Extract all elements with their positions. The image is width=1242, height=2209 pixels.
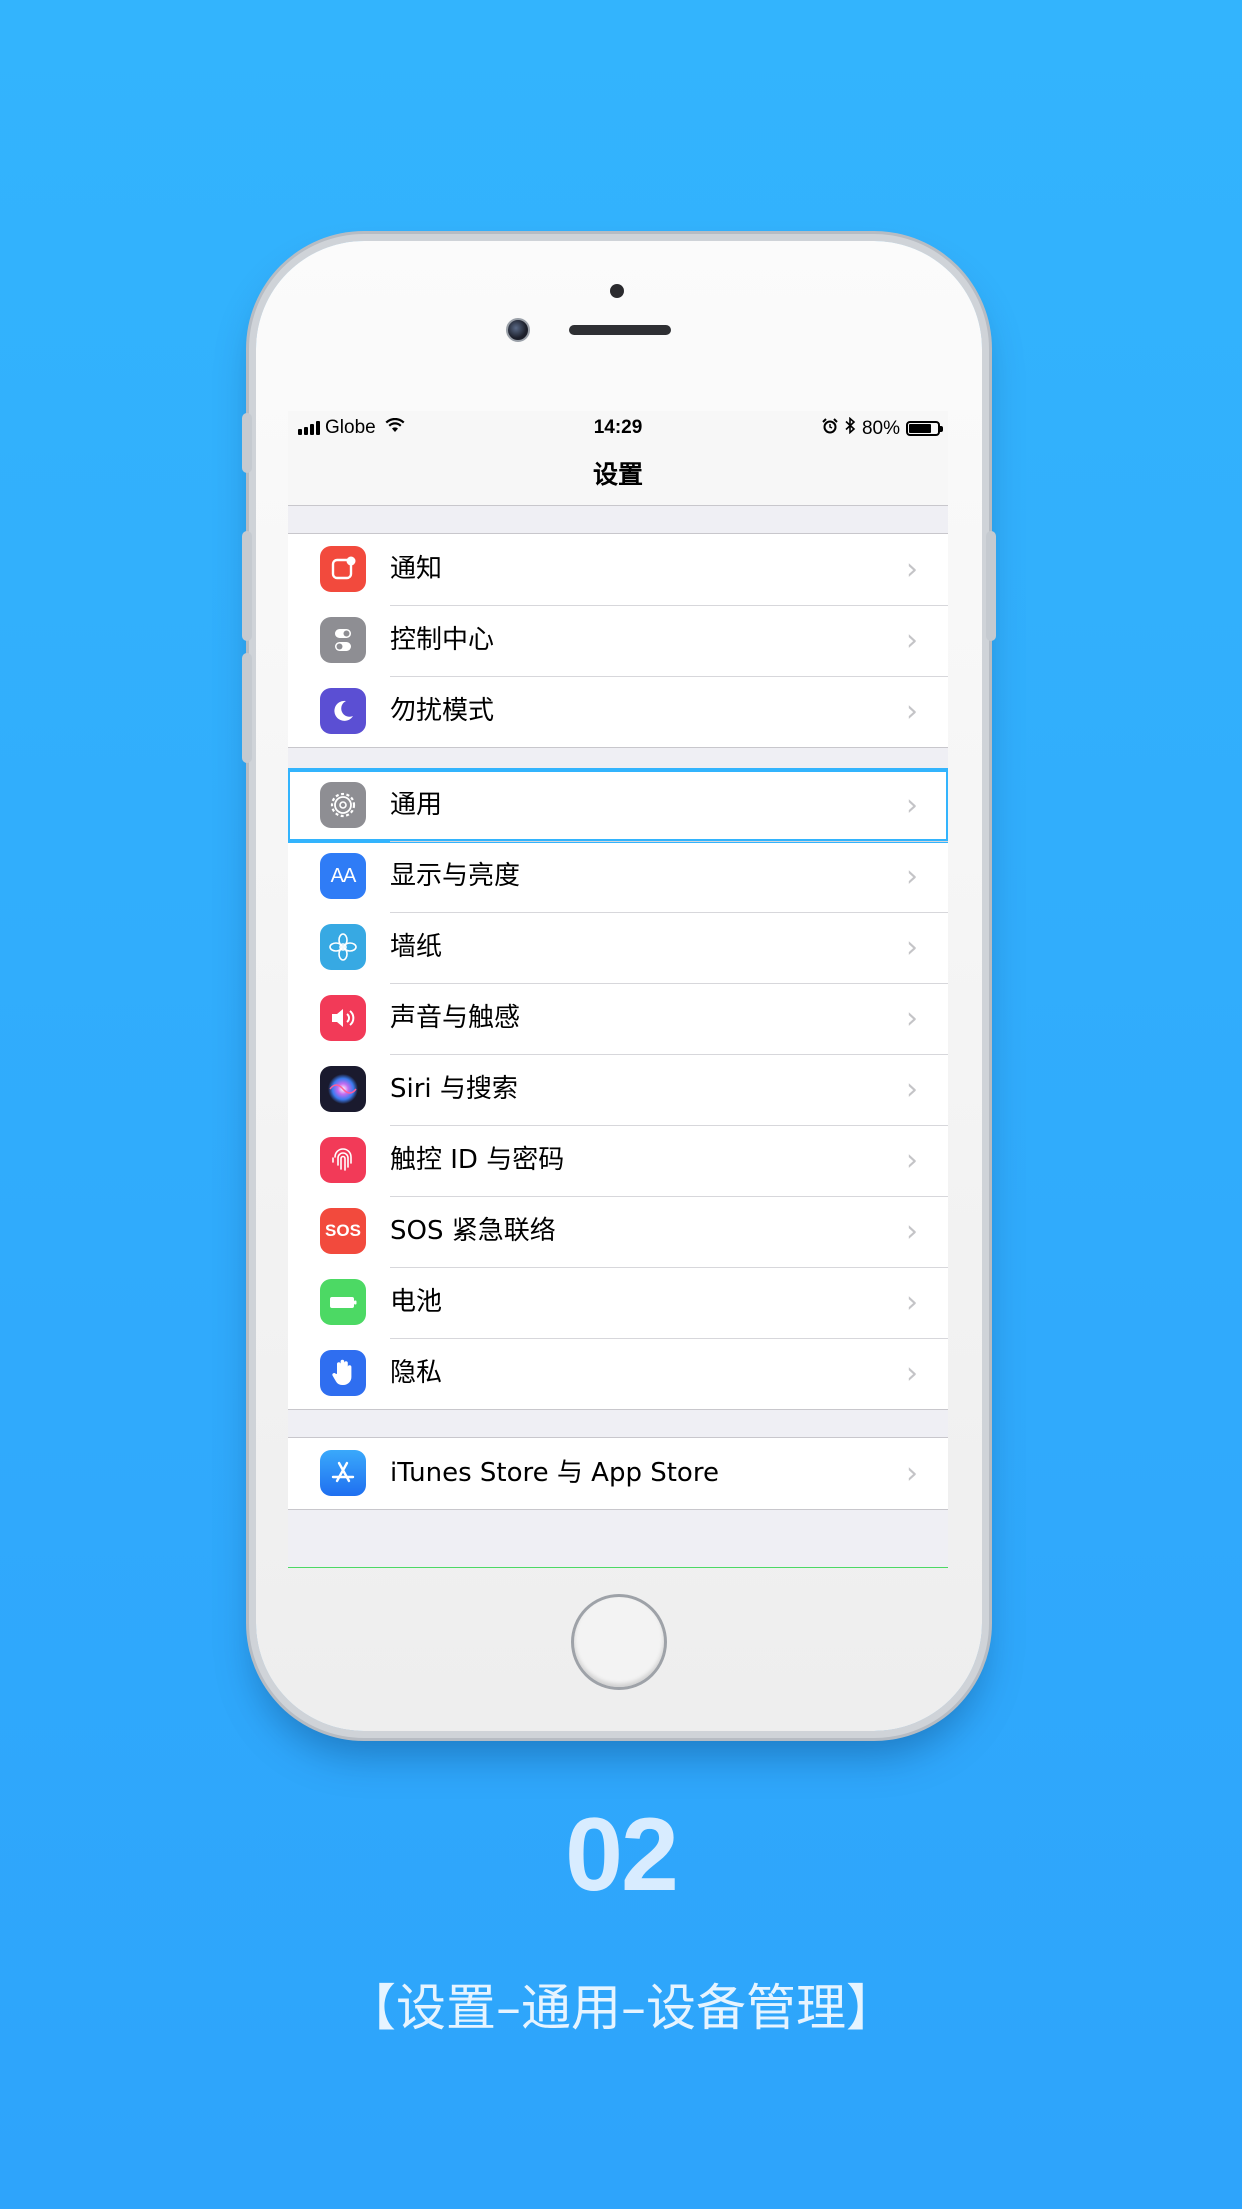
settings-row-label: 隐私 [390, 1358, 443, 1388]
settings-row-privacy[interactable]: 隐私 › [288, 1338, 948, 1409]
status-bar: Globe 14:29 80% [288, 411, 948, 445]
chevron-right-icon: › [906, 1456, 918, 1491]
settings-row-touch-id-passcode[interactable]: 触控 ID 与密码 › [288, 1125, 948, 1196]
chevron-right-icon: › [906, 1072, 918, 1107]
wallpaper-flower-icon [320, 924, 366, 970]
step-number: 02 [565, 1797, 679, 1913]
settings-group-3: iTunes Store 与 App Store › [288, 1437, 948, 1510]
fingerprint-icon [320, 1137, 366, 1183]
settings-group-2: 通用 › AA 显示与亮度 › 墙纸 › 声音与触感 › Siri 与搜索 › … [288, 768, 948, 1410]
settings-row-label: 显示与亮度 [390, 861, 521, 891]
power-button [986, 531, 996, 641]
front-camera [506, 318, 530, 342]
earpiece-speaker [569, 325, 671, 335]
settings-row-battery[interactable]: 电池 › [288, 1267, 948, 1338]
chevron-right-icon: › [906, 930, 918, 965]
settings-row-general[interactable]: 通用 › [288, 768, 948, 843]
settings-row-do-not-disturb[interactable]: 勿扰模式 › [288, 676, 948, 747]
chevron-right-icon: › [906, 552, 918, 587]
settings-row-control-center[interactable]: 控制中心 › [288, 605, 948, 676]
control-center-icon [320, 617, 366, 663]
settings-row-label: iTunes Store 与 App Store [390, 1458, 719, 1488]
notifications-icon [320, 546, 366, 592]
speaker-icon [320, 995, 366, 1041]
settings-row-label: 勿扰模式 [390, 696, 495, 726]
chevron-right-icon: › [906, 1356, 918, 1391]
hand-icon [320, 1350, 366, 1396]
settings-row-label: 触控 ID 与密码 [390, 1145, 565, 1175]
settings-row-notifications[interactable]: 通知 › [288, 534, 948, 605]
settings-row-sounds-haptics[interactable]: 声音与触感 › [288, 983, 948, 1054]
alarm-icon [822, 417, 838, 440]
bluetooth-icon [844, 416, 856, 440]
phone-frame: Globe 14:29 80% 设置 通知 › 控制中心 › 勿扰模式 › 通用… [242, 241, 996, 1731]
partial-row-divider [288, 1567, 948, 1568]
home-button[interactable] [571, 1594, 667, 1690]
display-brightness-icon: AA [320, 853, 366, 899]
settings-row-itunes-app-store[interactable]: iTunes Store 与 App Store › [288, 1438, 948, 1509]
settings-row-label: 声音与触感 [390, 1003, 521, 1033]
settings-group-1: 通知 › 控制中心 › 勿扰模式 › [288, 533, 948, 748]
volume-down-button [242, 653, 252, 763]
chevron-right-icon: › [906, 623, 918, 658]
chevron-right-icon: › [906, 1214, 918, 1249]
page-title: 设置 [288, 445, 948, 506]
settings-row-label: 通用 [390, 790, 443, 820]
battery-icon [906, 421, 943, 436]
settings-row-label: 通知 [390, 554, 443, 584]
icon-glyph: AA [330, 864, 357, 887]
moon-icon [320, 688, 366, 734]
step-path-caption: 【设置–通用–设备管理】 [346, 1979, 896, 2037]
mute-switch [242, 413, 252, 473]
settings-row-siri-search[interactable]: Siri 与搜索 › [288, 1054, 948, 1125]
settings-row-emergency-sos[interactable]: SOS SOS 紧急联络 › [288, 1196, 948, 1267]
settings-row-display-brightness[interactable]: AA 显示与亮度 › [288, 841, 948, 912]
icon-glyph: SOS [325, 1221, 361, 1240]
settings-row-label: SOS 紧急联络 [390, 1216, 556, 1246]
chevron-right-icon: › [906, 694, 918, 729]
gear-icon [320, 782, 366, 828]
chevron-right-icon: › [906, 1285, 918, 1320]
battery-icon [320, 1279, 366, 1325]
proximity-sensor [610, 284, 624, 298]
chevron-right-icon: › [906, 788, 918, 823]
highlight-box [288, 768, 948, 843]
settings-row-wallpaper[interactable]: 墙纸 › [288, 912, 948, 983]
settings-row-label: 电池 [390, 1287, 443, 1317]
chevron-right-icon: › [906, 1001, 918, 1036]
settings-row-label: Siri 与搜索 [390, 1074, 518, 1104]
siri-icon [320, 1066, 366, 1112]
volume-up-button [242, 531, 252, 641]
battery-percent: 80% [861, 417, 900, 439]
settings-screen: Globe 14:29 80% 设置 通知 › 控制中心 › 勿扰模式 › 通用… [288, 411, 948, 1568]
app-store-icon [320, 1450, 366, 1496]
settings-row-label: 墙纸 [390, 932, 443, 962]
settings-row-label: 控制中心 [390, 625, 495, 655]
chevron-right-icon: › [906, 859, 918, 894]
sos-icon: SOS [320, 1208, 366, 1254]
chevron-right-icon: › [906, 1143, 918, 1178]
